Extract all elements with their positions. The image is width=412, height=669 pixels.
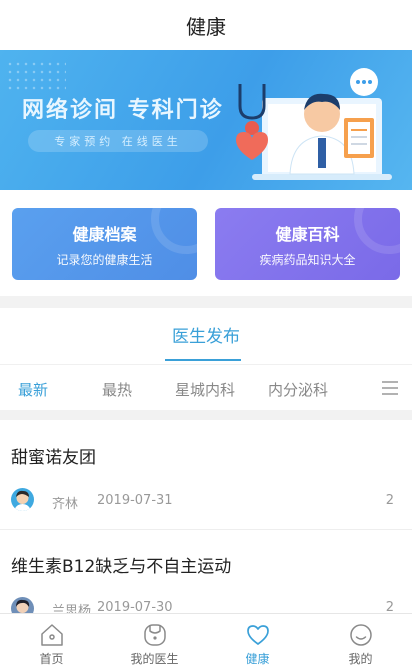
category-tabs: 最新 最热 星城内科 内分泌科	[0, 364, 412, 410]
nav-home[interactable]: 首页	[0, 614, 103, 669]
banner-dots-decoration	[6, 60, 66, 90]
article-title: 维生素B12缺乏与不自主运动	[11, 557, 232, 577]
home-icon	[40, 624, 63, 646]
nav-home-label: 首页	[39, 652, 64, 666]
section-underline	[165, 359, 241, 361]
page-title: 健康	[186, 14, 226, 39]
article-date: 2019-07-31	[97, 493, 173, 508]
list-divider	[0, 410, 412, 420]
health-records-card[interactable]: 健康档案 记录您的健康生活	[12, 208, 197, 280]
section-title: 医生发布	[172, 326, 240, 347]
doctor-icon	[143, 624, 166, 646]
nav-mine[interactable]: 我的	[309, 614, 412, 669]
health-encyclopedia-card[interactable]: 健康百科 疾病药品知识大全	[215, 208, 400, 280]
health-records-title: 健康档案	[72, 224, 137, 244]
promo-banner[interactable]: 网络诊间 专科门诊 专家预约 在线医生	[0, 50, 412, 190]
bottom-nav: 首页 我的医生 健康 我的	[0, 613, 412, 669]
nav-my-doctor[interactable]: 我的医生	[103, 614, 206, 669]
list-item[interactable]: 维生素B12缺乏与不自主运动 兰思杨 2019-07-30 2	[0, 531, 412, 620]
tab-hottest[interactable]: 最热	[102, 379, 132, 400]
tab-latest[interactable]: 最新	[18, 379, 48, 400]
app-header: 健康	[0, 0, 412, 50]
feature-cards: 健康档案 记录您的健康生活 健康百科 疾病药品知识大全	[12, 208, 400, 280]
article-count: 2	[385, 493, 394, 508]
card-decoration	[151, 208, 197, 254]
nav-health[interactable]: 健康	[206, 614, 309, 669]
article-author: 齐林	[52, 497, 79, 512]
banner-tagline: 专家预约 在线医生	[28, 130, 208, 152]
section-divider	[0, 296, 412, 308]
heart-icon	[246, 625, 269, 645]
nav-mine-label: 我的	[348, 652, 373, 666]
smile-icon	[349, 624, 372, 646]
article-title: 甜蜜诺友团	[11, 448, 96, 468]
menu-icon[interactable]	[382, 381, 398, 395]
nav-health-label: 健康	[245, 652, 270, 666]
health-records-subtitle: 记录您的健康生活	[56, 252, 153, 267]
doctor-illustration-icon	[236, 68, 392, 180]
avatar	[11, 488, 34, 511]
health-encyclopedia-subtitle: 疾病药品知识大全	[259, 252, 356, 267]
health-encyclopedia-title: 健康百科	[275, 224, 340, 244]
card-decoration	[354, 208, 400, 254]
list-item[interactable]: 甜蜜诺友团 齐林 2019-07-31 2	[0, 420, 412, 530]
tab-internal-medicine[interactable]: 星城内科	[175, 379, 235, 400]
nav-my-doctor-label: 我的医生	[130, 652, 179, 666]
tab-endocrinology[interactable]: 内分泌科	[268, 379, 328, 400]
banner-headline: 网络诊间 专科门诊	[22, 98, 224, 123]
section-header: 医生发布	[0, 308, 412, 362]
